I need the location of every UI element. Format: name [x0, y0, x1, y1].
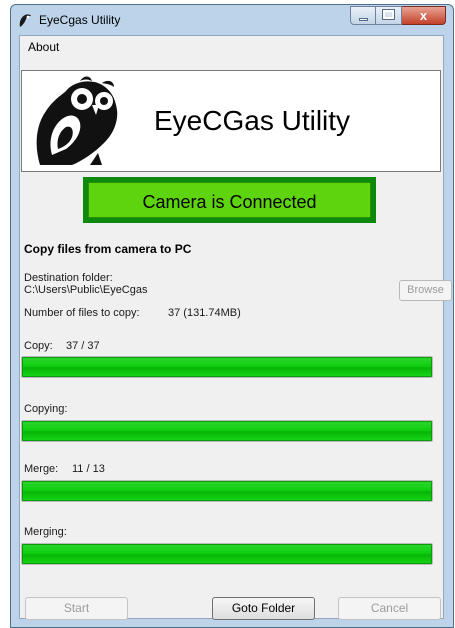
copy-progress-count: 37 / 37	[66, 340, 100, 352]
close-button[interactable]: x	[402, 6, 446, 25]
connection-status-text: Camera is Connected	[142, 192, 317, 212]
copy-progress-label: Copy:	[24, 340, 53, 352]
connection-status-frame: Camera is Connected	[83, 177, 376, 223]
cancel-button[interactable]: Cancel	[338, 597, 441, 620]
copy-progress-fill	[22, 357, 432, 377]
client-area: About EyeCGas Utility Camera is Connecte…	[19, 35, 452, 620]
app-window: EyeCgas Utility x About EyeCGas Utility …	[10, 4, 454, 628]
title-bar[interactable]: EyeCgas Utility x	[11, 5, 453, 35]
browse-button[interactable]: Browse	[399, 280, 452, 301]
banner: EyeCGas Utility	[21, 70, 441, 172]
merge-progress-bar	[21, 480, 433, 502]
maximize-button[interactable]	[376, 6, 402, 25]
files-count-value: 37 (131.74MB)	[168, 307, 241, 319]
merging-progress-bar	[21, 543, 433, 565]
minimize-button[interactable]	[350, 6, 376, 25]
connection-status-panel: Camera is Connected	[88, 182, 371, 218]
copying-progress-bar	[21, 420, 433, 442]
merge-progress-label: Merge:	[24, 463, 59, 475]
start-button[interactable]: Start	[25, 597, 128, 620]
merging-progress-fill	[22, 544, 432, 564]
menu-bar: About	[20, 36, 443, 58]
copying-progress-label: Copying:	[24, 403, 68, 415]
minimize-icon	[359, 18, 368, 21]
copying-progress-fill	[22, 421, 432, 441]
copy-section-title: Copy files from camera to PC	[24, 242, 192, 256]
files-count-label: Number of files to copy:	[24, 307, 140, 319]
goto-folder-button[interactable]: Goto Folder	[212, 597, 315, 620]
banner-title: EyeCGas Utility	[154, 105, 351, 136]
close-icon: x	[419, 8, 428, 23]
destination-path: C:\Users\Public\EyeCgas	[24, 284, 148, 296]
merge-progress-fill	[22, 481, 432, 501]
window-title: EyeCgas Utility	[39, 13, 121, 27]
destination-label: Destination folder:	[24, 272, 113, 284]
app-owl-icon	[19, 14, 31, 27]
copy-progress-bar	[21, 356, 433, 378]
merge-progress-count: 11 / 13	[72, 463, 105, 475]
owl-logo-icon	[36, 76, 118, 165]
menu-about[interactable]: About	[28, 40, 59, 54]
maximize-icon	[382, 9, 395, 20]
merging-progress-label: Merging:	[24, 526, 67, 538]
